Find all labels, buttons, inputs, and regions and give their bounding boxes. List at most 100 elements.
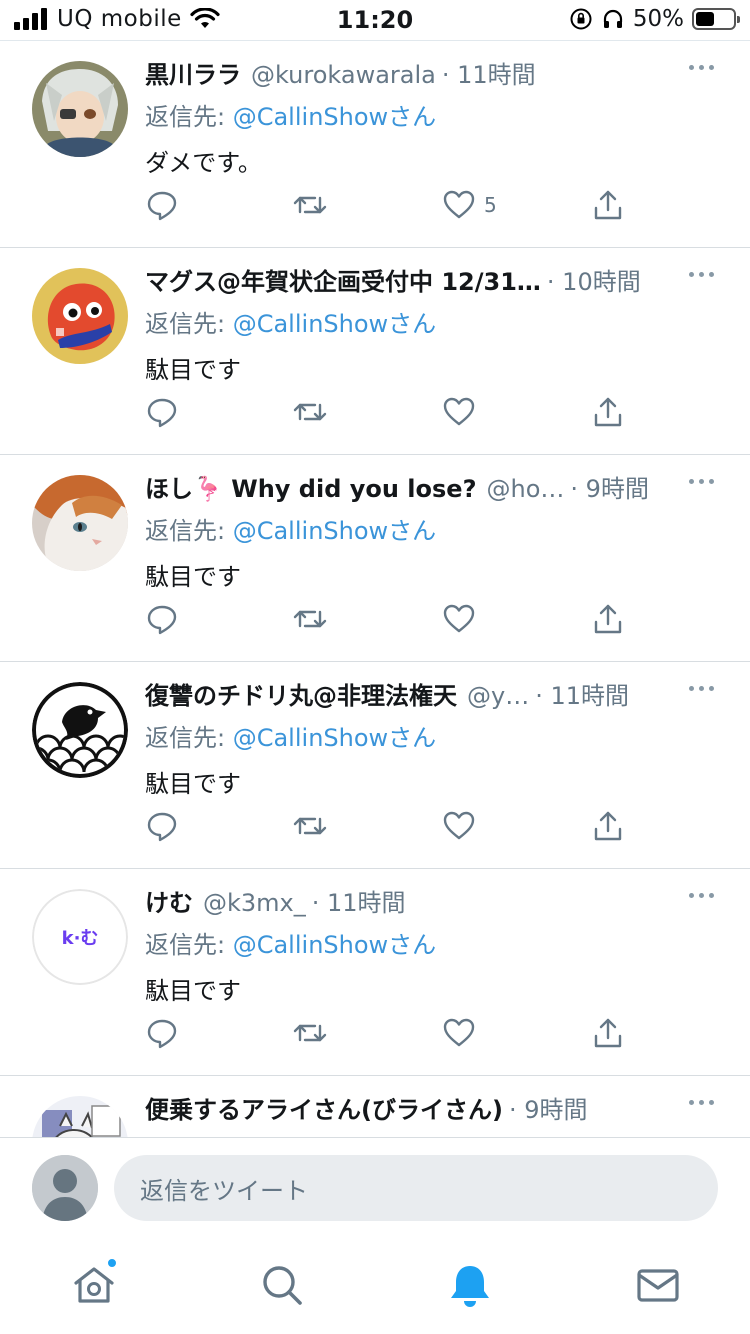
user-handle[interactable]: @ho…: [487, 475, 565, 503]
tweet-item[interactable]: マグス@年賀状企画受付中 12/31… · 10時間 返信先: @CallinSho…: [0, 248, 750, 455]
tweet-actions: [145, 601, 635, 641]
like-icon: [443, 397, 475, 426]
like-button[interactable]: [442, 808, 484, 844]
tab-search[interactable]: [258, 1261, 306, 1309]
like-icon: [443, 604, 475, 633]
share-icon: [594, 604, 622, 634]
reply-button[interactable]: [145, 394, 179, 430]
like-button[interactable]: [442, 601, 484, 637]
more-options-icon[interactable]: [689, 1100, 714, 1105]
reply-to-mention[interactable]: @CallinShowさん: [233, 724, 436, 752]
reply-icon: [147, 398, 177, 428]
status-bar: UQ mobile 11:20 50%: [0, 0, 750, 40]
reply-input-placeholder: 返信をツイート: [140, 1176, 308, 1205]
share-icon: [594, 1018, 622, 1048]
more-options-icon[interactable]: [689, 686, 714, 691]
display-name[interactable]: 復讐のチドリ丸@非理法権天: [145, 676, 457, 711]
reply-tweet-input[interactable]: 返信をツイート: [114, 1155, 718, 1221]
tab-notifications[interactable]: [446, 1261, 494, 1309]
reply-button[interactable]: [145, 601, 179, 637]
user-avatar[interactable]: k·む: [32, 889, 128, 985]
reply-button[interactable]: [145, 187, 179, 223]
tweet-item[interactable]: 便乗するアライさん(びライさん)· 9時間返信先: @CallinShowさん: [0, 1076, 750, 1137]
share-icon: [594, 190, 622, 220]
user-avatar[interactable]: [32, 268, 128, 364]
like-icon: [443, 811, 475, 840]
tab-messages[interactable]: [634, 1261, 682, 1309]
reply-to-prefix: 返信先:: [145, 103, 233, 131]
reply-to-prefix: 返信先:: [145, 931, 233, 959]
tweet-text: 駄目です: [145, 356, 241, 384]
user-handle[interactable]: @k3mx_: [203, 889, 306, 917]
tweet-item[interactable]: ほし🦩 Why did you lose? @ho… · 9時間 返信先: @Call…: [0, 455, 750, 662]
tweet-time: · 11時間: [441, 61, 536, 89]
display-name[interactable]: マグス@年賀状企画受付中 12/31…: [145, 262, 541, 297]
like-button[interactable]: [442, 1015, 484, 1051]
retweet-button[interactable]: [293, 601, 327, 637]
reply-to-line: 返信先: @CallinShowさん: [145, 718, 675, 754]
tweet-item[interactable]: k·む けむ @k3mx_ · 11時間返信先: @CallinShowさん駄目です: [0, 869, 750, 1076]
tweet-item[interactable]: 復讐のチドリ丸@非理法権天 @y… · 11時間 返信先: @CallinShowさん…: [0, 662, 750, 869]
tweet-time: · 11時間: [311, 889, 406, 917]
user-handle[interactable]: @y…: [467, 682, 529, 710]
retweet-icon: [293, 196, 327, 214]
display-name[interactable]: 黒川ララ: [145, 55, 241, 90]
like-button[interactable]: [442, 394, 484, 430]
retweet-icon: [293, 817, 327, 835]
reply-to-line: 返信先: @CallinShowさん: [145, 511, 675, 547]
retweet-button[interactable]: [293, 394, 327, 430]
share-icon: [594, 397, 622, 427]
display-name[interactable]: 便乗するアライさん(びライさん): [145, 1090, 503, 1125]
retweet-button[interactable]: [293, 1015, 327, 1051]
like-icon: [443, 190, 475, 219]
share-button[interactable]: [591, 187, 625, 223]
display-name[interactable]: けむ: [145, 883, 193, 918]
retweet-button[interactable]: [293, 187, 327, 223]
reply-button[interactable]: [145, 808, 179, 844]
user-avatar[interactable]: [32, 1096, 128, 1137]
like-button[interactable]: 5: [442, 187, 497, 223]
tweet-text: 駄目です: [145, 977, 241, 1005]
more-options-icon[interactable]: [689, 479, 714, 484]
more-options-icon[interactable]: [689, 893, 714, 898]
tweet-actions: [145, 1015, 635, 1055]
reply-icon: [147, 1019, 177, 1049]
retweet-icon: [293, 403, 327, 421]
reply-to-mention[interactable]: @CallinShowさん: [233, 310, 436, 338]
tweet-item[interactable]: 黒川ララ @kurokawarala · 11時間返信先: @CallinShowさ…: [0, 41, 750, 248]
reply-to-prefix: 返信先:: [145, 517, 233, 545]
bottom-tab-bar: [0, 1241, 750, 1334]
reply-icon: [147, 812, 177, 842]
retweet-icon: [293, 610, 327, 628]
reply-to-mention[interactable]: @CallinShowさん: [233, 517, 436, 545]
share-button[interactable]: [591, 601, 625, 637]
more-options-icon[interactable]: [689, 272, 714, 277]
display-name[interactable]: ほし🦩 Why did you lose?: [145, 469, 477, 504]
share-button[interactable]: [591, 394, 625, 430]
tab-home[interactable]: [70, 1257, 118, 1309]
reply-to-mention[interactable]: @CallinShowさん: [233, 931, 436, 959]
battery-percent: 50%: [632, 6, 684, 32]
tweet-actions: 5: [145, 187, 635, 227]
reply-feed[interactable]: 黒川ララ @kurokawarala · 11時間 返信先: @CallinShowさ…: [0, 40, 750, 1137]
tweet-actions: [145, 808, 635, 848]
user-avatar[interactable]: [32, 682, 128, 778]
battery-icon: [692, 8, 740, 30]
share-button[interactable]: [591, 1015, 625, 1051]
share-button[interactable]: [591, 808, 625, 844]
tweet-text: ダメです。: [145, 149, 262, 177]
reply-to-line: 返信先: @CallinShowさん: [145, 304, 675, 340]
retweet-button[interactable]: [293, 808, 327, 844]
share-icon: [594, 811, 622, 841]
home-unread-dot: [106, 1257, 118, 1269]
more-options-icon[interactable]: [689, 65, 714, 70]
tweet-text: 駄目です: [145, 563, 241, 591]
user-avatar[interactable]: [32, 61, 128, 157]
reply-button[interactable]: [145, 1015, 179, 1051]
user-handle[interactable]: @kurokawarala: [251, 61, 436, 89]
orientation-lock-icon: [570, 8, 592, 30]
my-avatar[interactable]: [32, 1155, 98, 1221]
reply-to-mention[interactable]: @CallinShowさん: [233, 103, 436, 131]
default-avatar-icon: [32, 1155, 98, 1221]
user-avatar[interactable]: [32, 475, 128, 571]
